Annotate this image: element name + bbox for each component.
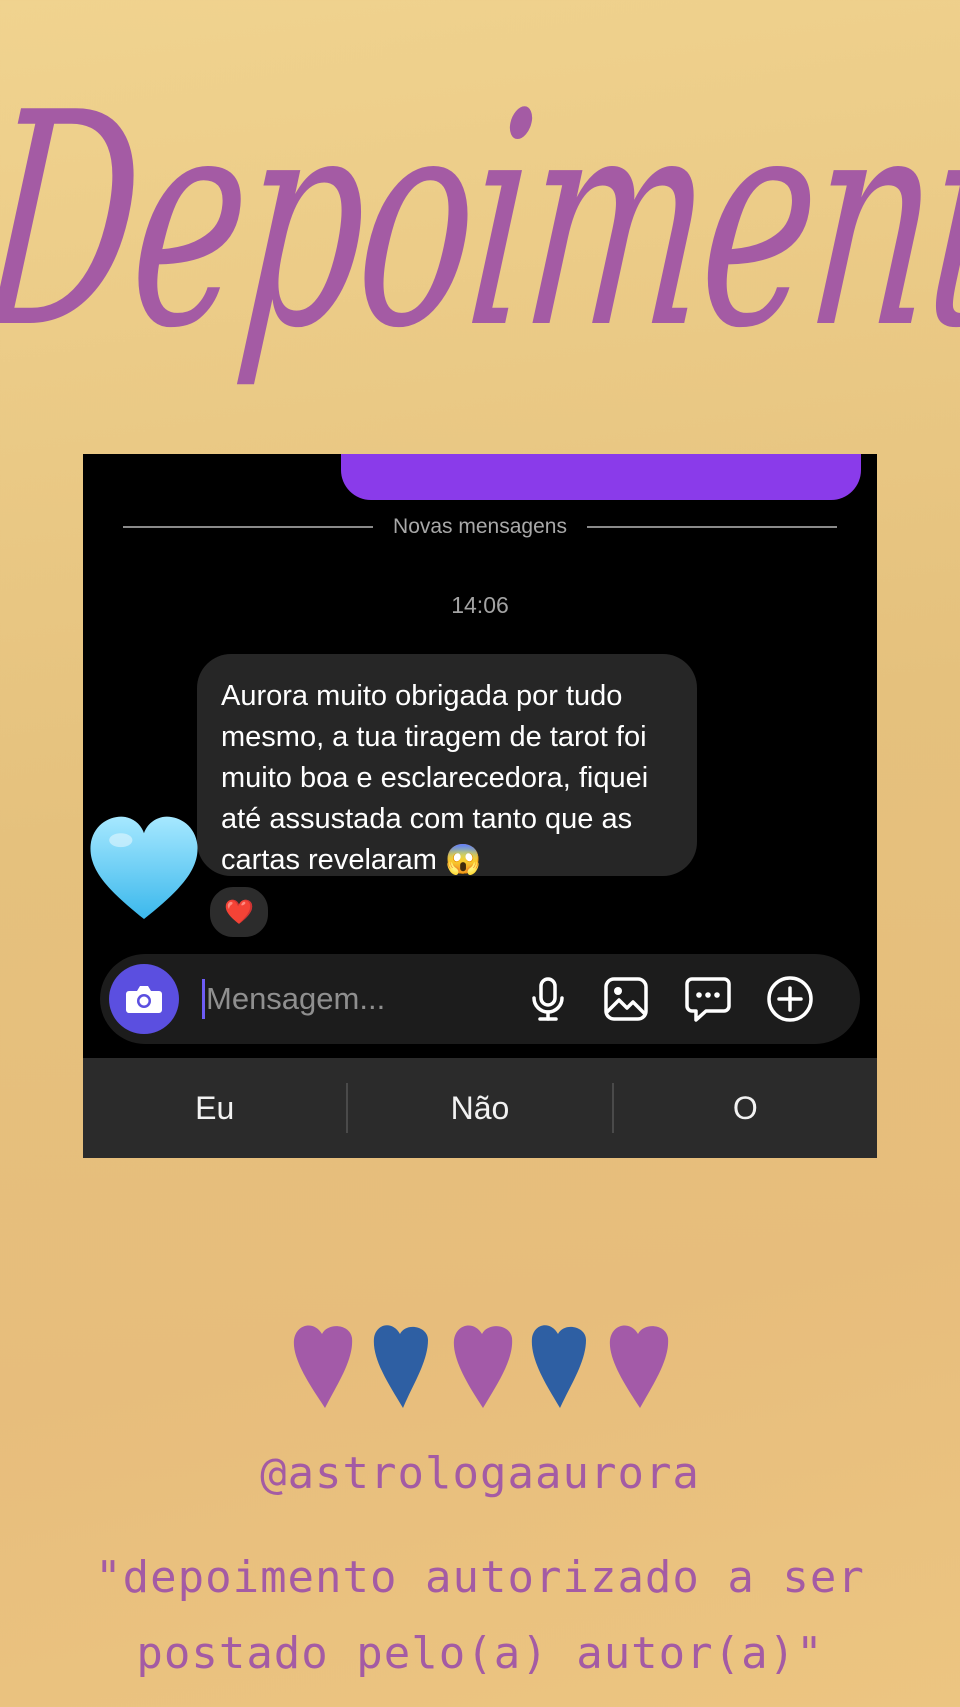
authorization-note: "depoimento autorizado a ser postado pel… [95,1552,865,1679]
new-messages-divider: Novas mensagens [123,512,837,542]
suggestion-item[interactable]: O [614,1090,877,1127]
gallery-button[interactable] [596,969,656,1029]
message-bubble[interactable]: Aurora muito obrigada por tudo mesmo, a … [197,654,697,876]
heart-icon [373,1325,428,1408]
message-composer [100,954,860,1044]
camera-button[interactable] [109,964,179,1034]
more-button[interactable] [760,969,820,1029]
message-timestamp: 14:06 [451,592,509,618]
suggestion-item[interactable]: Eu [83,1090,346,1127]
sticker-icon [685,977,731,1022]
divider-line-right [586,526,837,528]
redacted-header [341,454,861,500]
sticker-button[interactable] [678,969,738,1029]
page-title: Depoimentos [0,50,960,393]
heart-icon [293,1325,353,1408]
heart-icon [609,1325,669,1408]
microphone-button[interactable] [518,969,578,1029]
image-icon [604,977,648,1021]
chat-screenshot: Novas mensagens 14:06 Aurora muito obrig… [83,454,877,1158]
microphone-icon [532,977,564,1021]
suggestion-item[interactable]: Não [348,1090,611,1127]
camera-icon [126,986,162,1013]
keyboard-suggestions: Eu Não O [83,1058,877,1158]
divider-line-left [123,526,374,528]
heart-icon [90,816,198,920]
plus-circle-icon [767,976,813,1022]
reaction-badge[interactable]: ❤️ [207,884,271,940]
heart-icon [531,1325,586,1408]
heart-icon [453,1325,513,1408]
hearts-decoration [293,1325,669,1408]
text-caret [202,979,205,1019]
instagram-handle: @astrologaaurora [260,1448,700,1499]
message-input[interactable] [206,969,506,1029]
new-messages-label: Novas mensagens [393,515,567,538]
